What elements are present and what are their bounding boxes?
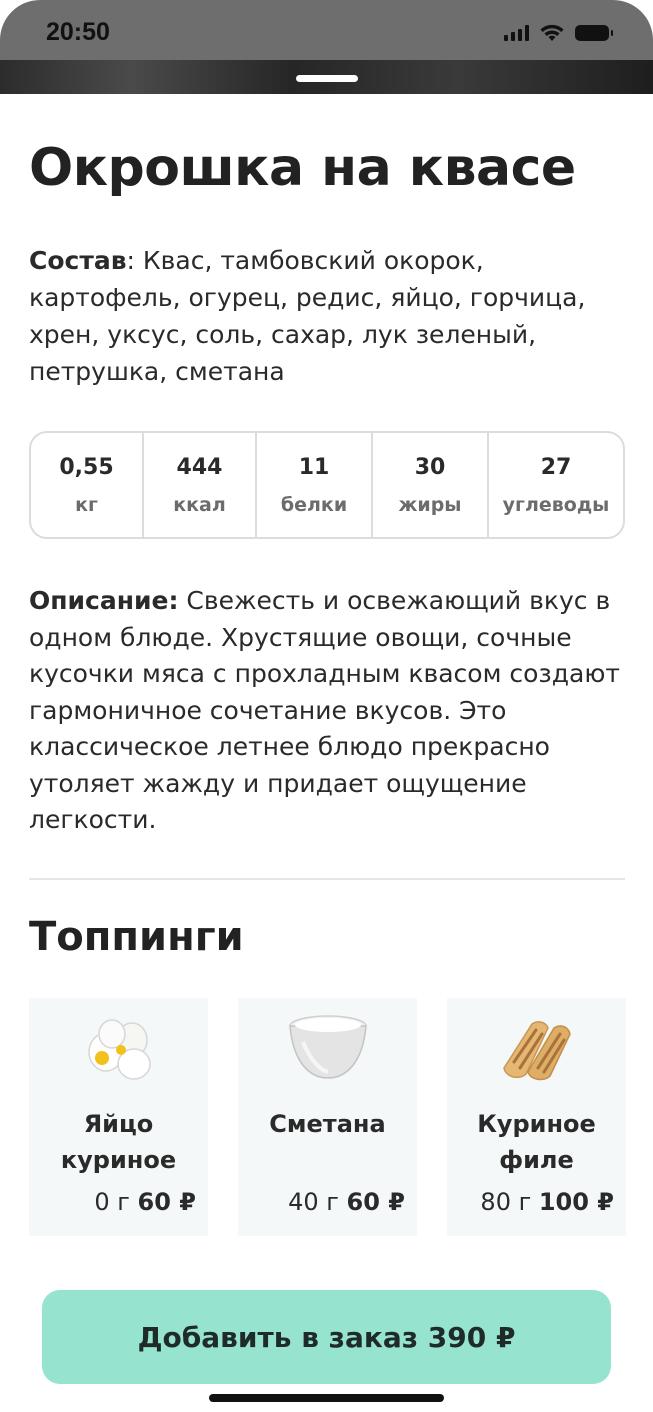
topping-name: Куриное филе [477, 1110, 596, 1174]
topping-name: Сметана [269, 1110, 386, 1138]
sheet-grabber[interactable] [296, 75, 358, 82]
home-indicator [209, 1394, 444, 1402]
nutrition-proteins: 11 белки [257, 433, 373, 537]
add-to-order-button[interactable]: Добавить в заказ 390 ₽ [42, 1290, 611, 1384]
nutrition-unit: жиры [398, 493, 462, 516]
topping-price: 40 г 60 ₽ [288, 1188, 405, 1216]
dish-title: Окрошка на квасе [29, 138, 576, 198]
topping-weight: 80 г [480, 1188, 532, 1216]
nutrition-unit: углеводы [502, 493, 610, 516]
signal-icon [504, 25, 529, 41]
status-icons [504, 24, 613, 42]
topping-card-sour-cream[interactable]: Сметана 40 г 60 ₽ [238, 998, 417, 1236]
topping-card-egg[interactable]: Яйцо куриное 0 г 60 ₽ [29, 998, 208, 1236]
wifi-icon [540, 24, 564, 41]
topping-name: Яйцо куриное [60, 1110, 177, 1174]
topping-weight: 0 г [94, 1188, 130, 1216]
nutrition-unit: ккал [173, 493, 226, 516]
sour-cream-icon [288, 1015, 367, 1079]
topping-card-chicken[interactable]: Куриное филе 80 г 100 ₽ [447, 998, 626, 1236]
topping-cost: 60 ₽ [137, 1188, 196, 1216]
nutrition-unit: кг [75, 493, 98, 516]
nutrition-calories: 444 ккал [144, 433, 257, 537]
battery-icon [575, 25, 613, 41]
status-time: 20:50 [46, 18, 110, 46]
nutrition-value: 444 [176, 454, 223, 480]
topping-weight: 40 г [288, 1188, 339, 1216]
nutrition-weight: 0,55 кг [31, 433, 144, 537]
description-label: Описание: [29, 586, 179, 615]
dish-description: Описание: Свежесть и освежающий вкус в о… [29, 583, 629, 839]
nutrition-value: 11 [298, 454, 330, 480]
nutrition-value: 30 [414, 454, 446, 480]
topping-cost: 60 ₽ [346, 1188, 405, 1216]
dish-composition: Состав: Квас, тамбовский окорок, картофе… [29, 242, 629, 390]
nutrition-value: 0,55 [59, 454, 114, 480]
composition-label: Состав [29, 246, 127, 275]
topping-price: 0 г 60 ₽ [94, 1188, 196, 1216]
description-text: Свежесть и освежающий вкус в одном блюде… [29, 586, 620, 834]
section-divider [29, 878, 625, 880]
toppings-title: Топпинги [29, 914, 244, 960]
chicken-fillet-icon [502, 1021, 571, 1081]
nutrition-table: 0,55 кг 444 ккал 11 белки 30 жиры 27 угл… [29, 431, 625, 539]
nutrition-fats: 30 жиры [373, 433, 489, 537]
egg-icon [87, 1019, 151, 1080]
toppings-list: Яйцо куриное 0 г 60 ₽ Сметана 40 г 60 ₽ … [29, 998, 626, 1236]
nutrition-unit: белки [280, 493, 348, 516]
nutrition-carbs: 27 углеводы [489, 433, 623, 537]
topping-price: 80 г 100 ₽ [480, 1188, 614, 1216]
topping-cost: 100 ₽ [538, 1188, 614, 1216]
status-bar: 20:50 [0, 0, 653, 60]
nutrition-value: 27 [540, 454, 572, 480]
